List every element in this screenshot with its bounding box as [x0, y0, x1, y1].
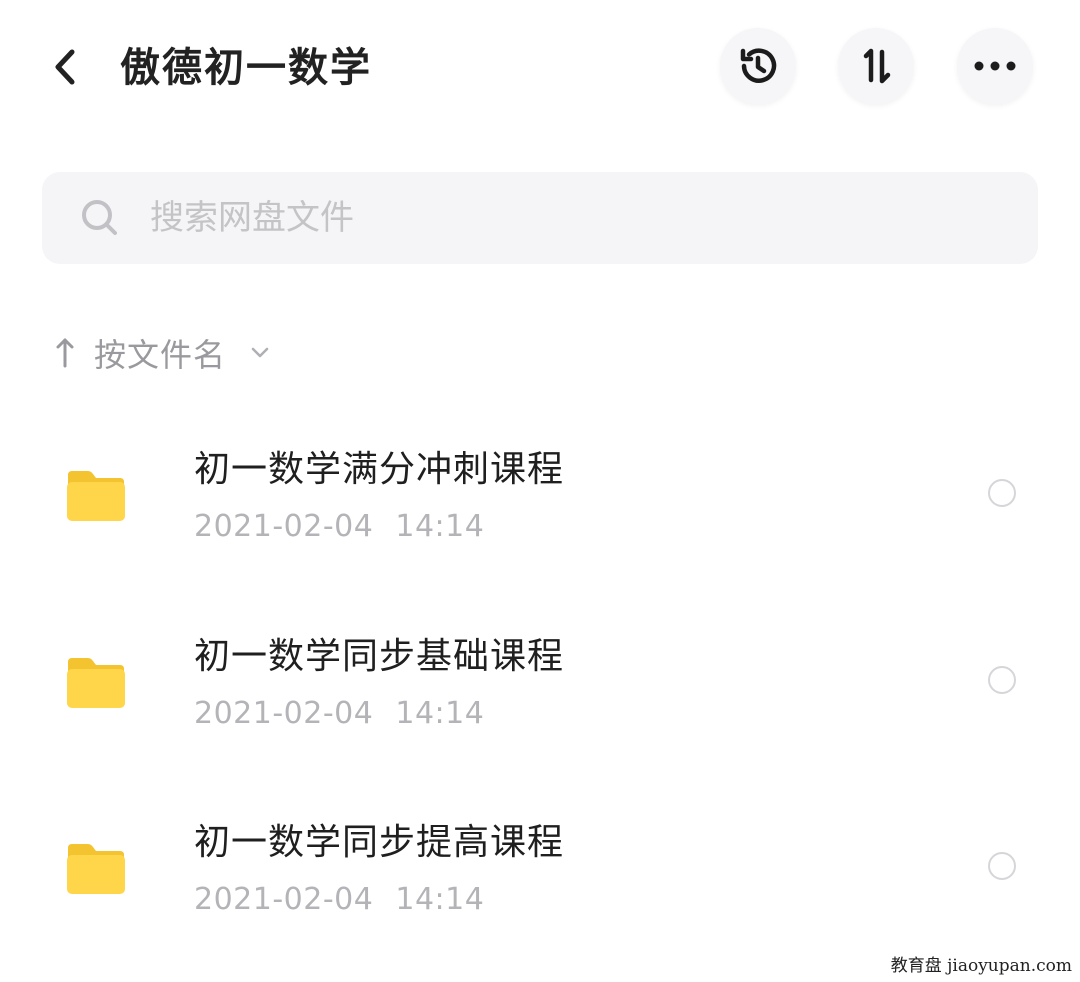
watermark: 教育盘 jiaoyupan.com	[888, 951, 1074, 976]
file-row[interactable]: 初一数学同步基础课程 2021-02-04 14:14	[0, 612, 1080, 762]
sort-button[interactable]	[838, 28, 914, 104]
file-time: 14:14	[395, 882, 485, 917]
history-icon	[740, 48, 777, 83]
file-name: 初一数学同步提高课程	[194, 822, 565, 863]
search-icon	[80, 198, 120, 238]
history-button[interactable]	[720, 28, 796, 104]
file-modified: 2021-02-04 14:14	[194, 505, 484, 549]
file-row[interactable]: 初一数学同步提高课程 2021-02-04 14:14	[0, 798, 1080, 948]
file-name: 初一数学满分冲刺课程	[194, 449, 565, 490]
search-bar[interactable]	[42, 172, 1038, 264]
file-time: 14:14	[395, 509, 485, 544]
top-bar: 傲德初一数学	[0, 0, 1080, 135]
file-date: 2021-02-04	[194, 882, 374, 917]
file-time: 14:14	[395, 696, 485, 731]
folder-icon	[64, 656, 128, 712]
select-checkbox[interactable]	[988, 666, 1016, 694]
file-row[interactable]: 初一数学满分冲刺课程 2021-02-04 14:14	[0, 425, 1080, 575]
folder-icon	[64, 469, 128, 525]
file-modified: 2021-02-04 14:14	[194, 692, 484, 736]
more-dots-icon	[974, 61, 1016, 71]
file-name: 初一数学同步基础课程	[194, 636, 565, 677]
file-date: 2021-02-04	[194, 509, 374, 544]
arrow-up-icon	[52, 333, 78, 373]
select-checkbox[interactable]	[988, 852, 1016, 880]
sort-selector[interactable]: 按文件名	[52, 325, 272, 381]
chevron-down-icon	[248, 341, 272, 365]
file-modified: 2021-02-04 14:14	[194, 878, 484, 922]
select-checkbox[interactable]	[988, 479, 1016, 507]
sort-arrows-icon	[863, 48, 891, 84]
folder-icon	[64, 842, 128, 898]
page-title: 傲德初一数学	[120, 45, 372, 91]
sort-label: 按文件名	[94, 336, 227, 374]
more-button[interactable]	[957, 28, 1033, 104]
search-input[interactable]	[148, 197, 932, 239]
back-button[interactable]	[40, 42, 90, 92]
file-date: 2021-02-04	[194, 696, 374, 731]
chevron-left-icon	[55, 49, 75, 85]
